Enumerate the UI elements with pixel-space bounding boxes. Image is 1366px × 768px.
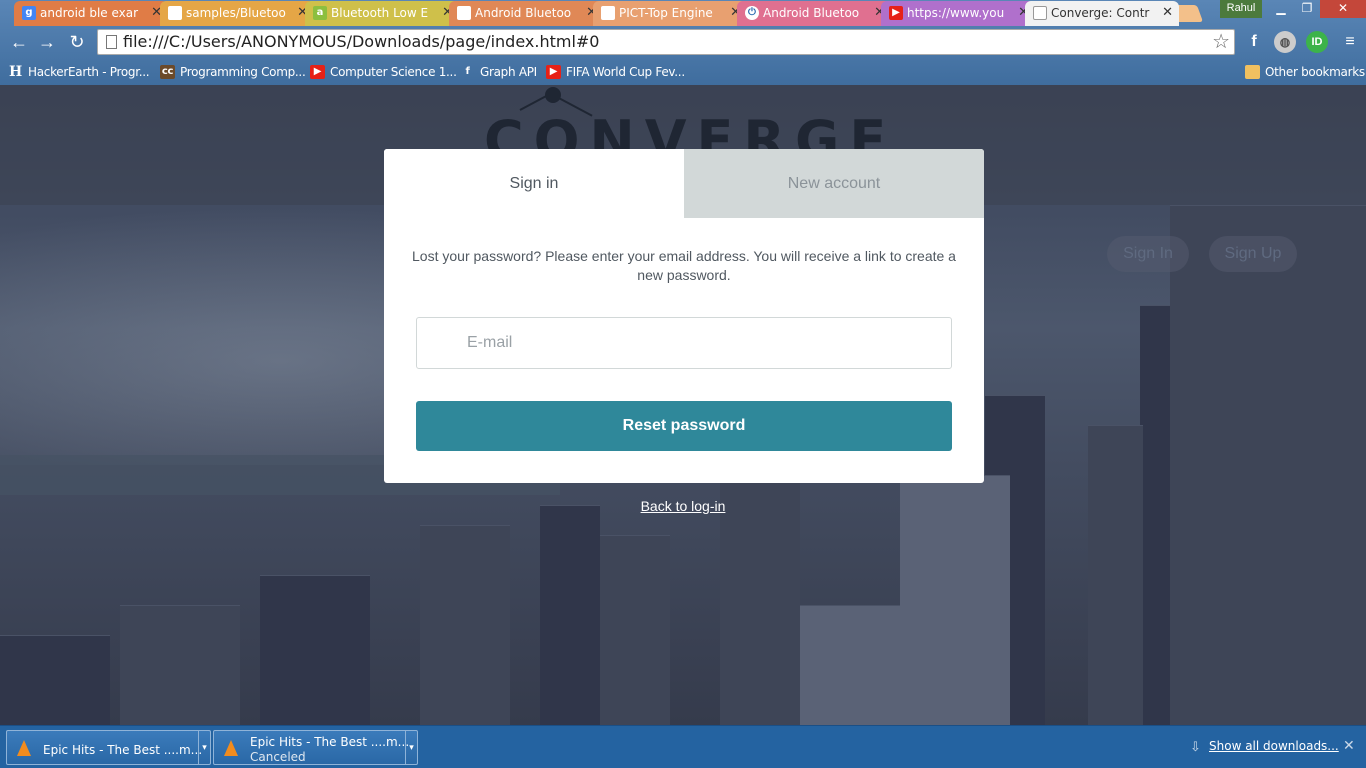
facebook-icon: f	[465, 66, 470, 77]
facebook-extension-icon[interactable]: f	[1243, 31, 1265, 53]
bookmark-computer-science[interactable]: ▶ Computer Science 1...	[310, 62, 457, 82]
android-icon: a	[313, 6, 327, 20]
download-status: Canceled	[250, 750, 306, 764]
page-icon	[457, 6, 471, 20]
tab-samples-bluetooth[interactable]: samples/Bluetoo ✕	[160, 1, 314, 26]
tab-converge[interactable]: Converge: Contr ✕	[1025, 1, 1179, 26]
extension-id-icon[interactable]: ID	[1306, 31, 1328, 53]
tab-pict[interactable]: PICT-Top Engine ✕	[593, 1, 747, 26]
other-bookmarks[interactable]: Other bookmarks	[1245, 62, 1365, 82]
page-icon	[168, 6, 182, 20]
email-input[interactable]	[417, 318, 951, 368]
download-item[interactable]: Epic Hits - The Best ....m... Canceled ▾	[213, 730, 418, 765]
reload-icon[interactable]: ↻	[66, 32, 88, 54]
show-all-downloads-link[interactable]: Show all downloads...	[1209, 739, 1339, 753]
youtube-icon: ▶	[310, 65, 325, 79]
page-icon	[106, 35, 117, 49]
chevron-down-icon[interactable]: ▾	[198, 731, 210, 764]
download-filename: Epic Hits - The Best ....m...	[250, 735, 410, 749]
download-shelf: Epic Hits - The Best ....m... ▾ Epic Hit…	[0, 725, 1366, 768]
nav-sign-up[interactable]: Sign Up	[1209, 236, 1297, 272]
bookmark-graph-api[interactable]: f Graph API	[460, 62, 537, 82]
close-icon[interactable]: ✕	[1162, 1, 1173, 25]
tab-bluetooth-low-energy[interactable]: a Bluetooth Low E ✕	[305, 1, 459, 26]
tab-android-bluetooth-1[interactable]: Android Bluetoo ✕	[449, 1, 603, 26]
restore-button[interactable]: ❐	[1292, 0, 1322, 18]
youtube-icon: ▶	[546, 65, 561, 79]
bookmarks-bar: H HackerEarth - Progr... cc Programming …	[0, 58, 1366, 85]
back-arrow-icon[interactable]: ←	[8, 32, 30, 54]
power-icon: ⏻	[745, 6, 759, 20]
folder-icon	[1245, 65, 1260, 79]
bookmark-programming[interactable]: cc Programming Comp...	[160, 62, 306, 82]
vlc-icon	[17, 740, 31, 756]
codechef-icon: cc	[160, 65, 175, 79]
page-viewport: CONVERGE Sign In Sign Up Sign in New acc…	[0, 85, 1366, 725]
vlc-icon	[224, 740, 238, 756]
address-url[interactable]: file:///C:/Users/ANONYMOUS/Downloads/pag…	[123, 30, 599, 54]
address-bar[interactable]: file:///C:/Users/ANONYMOUS/Downloads/pag…	[97, 29, 1235, 55]
bookmark-fifa[interactable]: ▶ FIFA World Cup Fev...	[546, 62, 685, 82]
email-field[interactable]	[416, 317, 952, 369]
reset-instructions: Lost your password? Please enter your em…	[412, 248, 956, 283]
tab-android-ble[interactable]: g android ble exar ✕	[14, 1, 168, 26]
page-icon	[601, 6, 615, 20]
reset-password-modal: Sign in New account Lost your password? …	[384, 149, 984, 483]
logo-node-icon	[545, 87, 561, 103]
tab-sign-in[interactable]: Sign in	[384, 149, 684, 218]
download-arrow-icon: ⇩	[1190, 739, 1201, 754]
extension-shield-icon[interactable]: ◍	[1274, 31, 1296, 53]
close-icon[interactable]: ✕	[1343, 737, 1355, 754]
reset-password-button[interactable]: Reset password	[416, 401, 952, 451]
profile-button[interactable]: Rahul	[1220, 0, 1262, 18]
youtube-icon: ▶	[889, 6, 903, 20]
close-window-button[interactable]: ✕	[1320, 0, 1366, 18]
back-to-login-link[interactable]: Back to log-in	[0, 498, 1366, 514]
toolbar: ← → ↻ file:///C:/Users/ANONYMOUS/Downloa…	[0, 26, 1366, 58]
bookmark-star-icon[interactable]: ☆	[1212, 30, 1230, 54]
hackerearth-icon: H	[9, 64, 22, 80]
forward-arrow-icon[interactable]: →	[36, 32, 58, 54]
google-icon: g	[22, 6, 36, 20]
nav-sign-in[interactable]: Sign In	[1107, 236, 1189, 272]
download-filename: Epic Hits - The Best ....m...	[43, 743, 203, 757]
tab-strip: g android ble exar ✕ samples/Bluetoo ✕ a…	[0, 0, 1366, 26]
tab-new-account[interactable]: New account	[684, 149, 984, 218]
browser-chrome: g android ble exar ✕ samples/Bluetoo ✕ a…	[0, 0, 1366, 85]
bookmark-hackerearth[interactable]: H HackerEarth - Progr...	[8, 62, 150, 82]
page-icon	[1033, 6, 1047, 20]
chevron-down-icon[interactable]: ▾	[405, 731, 417, 764]
tab-android-bluetooth-2[interactable]: ⏻ Android Bluetoo ✕	[737, 1, 891, 26]
menu-icon[interactable]: ≡	[1339, 31, 1361, 53]
tab-youtube[interactable]: ▶ https://www.you ✕	[881, 1, 1035, 26]
download-item[interactable]: Epic Hits - The Best ....m... ▾	[6, 730, 211, 765]
